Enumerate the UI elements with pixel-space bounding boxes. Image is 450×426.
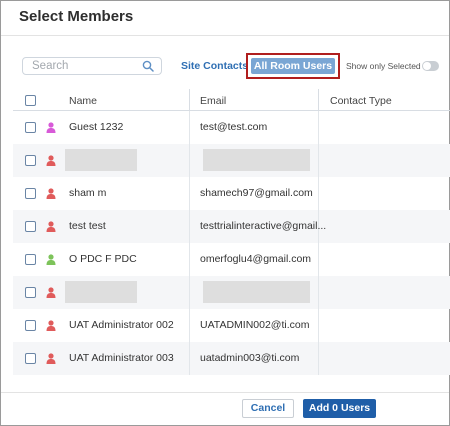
column-divider [189, 309, 190, 342]
member-name: UAT Administrator 002 [69, 319, 174, 331]
person-icon [46, 320, 56, 331]
member-name: O PDC F PDC [69, 253, 137, 265]
person-icon [46, 155, 56, 166]
add-users-button[interactable]: Add 0 Users [303, 399, 376, 418]
tab-all-room-users-highlight: All Room Users [246, 53, 340, 79]
search-icon[interactable] [142, 60, 154, 72]
row-checkbox[interactable] [25, 353, 36, 364]
member-email: test@test.com [200, 121, 268, 133]
column-divider [318, 276, 319, 309]
column-divider [189, 89, 190, 111]
table-header: Name Email Contact Type [13, 89, 450, 111]
search-input[interactable] [23, 58, 141, 74]
member-name: sham m [69, 187, 107, 199]
header-contact-type[interactable]: Contact Type [330, 95, 392, 107]
redacted-name [65, 281, 137, 303]
tab-all-room-users[interactable]: All Room Users [251, 58, 335, 74]
tab-site-contacts[interactable]: Site Contacts [177, 58, 252, 75]
dialog-title: Select Members [19, 8, 134, 25]
row-checkbox[interactable] [25, 188, 36, 199]
column-divider [318, 342, 319, 375]
member-name: UAT Administrator 003 [69, 352, 174, 364]
column-divider [318, 144, 319, 177]
member-email: shamech97@gmail.com [200, 187, 313, 199]
row-checkbox[interactable] [25, 320, 36, 331]
header-email[interactable]: Email [200, 95, 226, 107]
column-divider [318, 177, 319, 210]
column-divider [189, 210, 190, 243]
column-divider [318, 243, 319, 276]
table-row[interactable]: Guest 1232 test@test.com [13, 111, 450, 144]
column-divider [189, 342, 190, 375]
person-icon [46, 221, 56, 232]
table-row[interactable]: sham m shamech97@gmail.com [13, 177, 450, 210]
redacted-email [203, 149, 310, 171]
column-divider [189, 111, 190, 144]
person-icon [46, 254, 56, 265]
row-checkbox[interactable] [25, 122, 36, 133]
member-email: UATADMIN002@ti.com [200, 319, 310, 331]
person-icon [46, 188, 56, 199]
select-members-dialog: Select Members Site Contacts All Room Us… [0, 0, 450, 426]
column-divider [189, 276, 190, 309]
row-checkbox[interactable] [25, 155, 36, 166]
person-icon [46, 287, 56, 298]
member-name: test test [69, 220, 106, 232]
table-row[interactable]: test test testtrialinteractive@gmail... [13, 210, 450, 243]
cancel-button[interactable]: Cancel [242, 399, 294, 418]
table-row[interactable] [13, 276, 450, 309]
column-divider [318, 89, 319, 111]
toggle-knob [423, 62, 431, 70]
show-only-selected-label: Show only Selected [346, 61, 421, 71]
member-email: uatadmin003@ti.com [200, 352, 300, 364]
footer-divider [1, 392, 449, 393]
show-only-selected-toggle[interactable] [422, 61, 439, 71]
person-icon [46, 122, 56, 133]
row-checkbox[interactable] [25, 254, 36, 265]
column-divider [189, 144, 190, 177]
person-icon [46, 353, 56, 364]
search-box[interactable] [22, 57, 162, 75]
table-row[interactable]: UAT Administrator 002 UATADMIN002@ti.com [13, 309, 450, 342]
title-divider [1, 35, 449, 36]
column-divider [318, 309, 319, 342]
redacted-name [65, 149, 137, 171]
member-name: Guest 1232 [69, 121, 124, 133]
column-divider [189, 243, 190, 276]
table-row[interactable] [13, 144, 450, 177]
redacted-email [203, 281, 310, 303]
column-divider [189, 177, 190, 210]
member-email: testtrialinteractive@gmail... [200, 220, 327, 232]
row-checkbox[interactable] [25, 287, 36, 298]
header-name[interactable]: Name [69, 95, 97, 107]
row-checkbox[interactable] [25, 221, 36, 232]
column-divider [318, 111, 319, 144]
table-row[interactable]: O PDC F PDC omerfoglu4@gmail.com [13, 243, 450, 276]
member-email: omerfoglu4@gmail.com [200, 253, 312, 265]
table-row[interactable]: UAT Administrator 003 uatadmin003@ti.com [13, 342, 450, 375]
select-all-checkbox[interactable] [25, 95, 36, 106]
